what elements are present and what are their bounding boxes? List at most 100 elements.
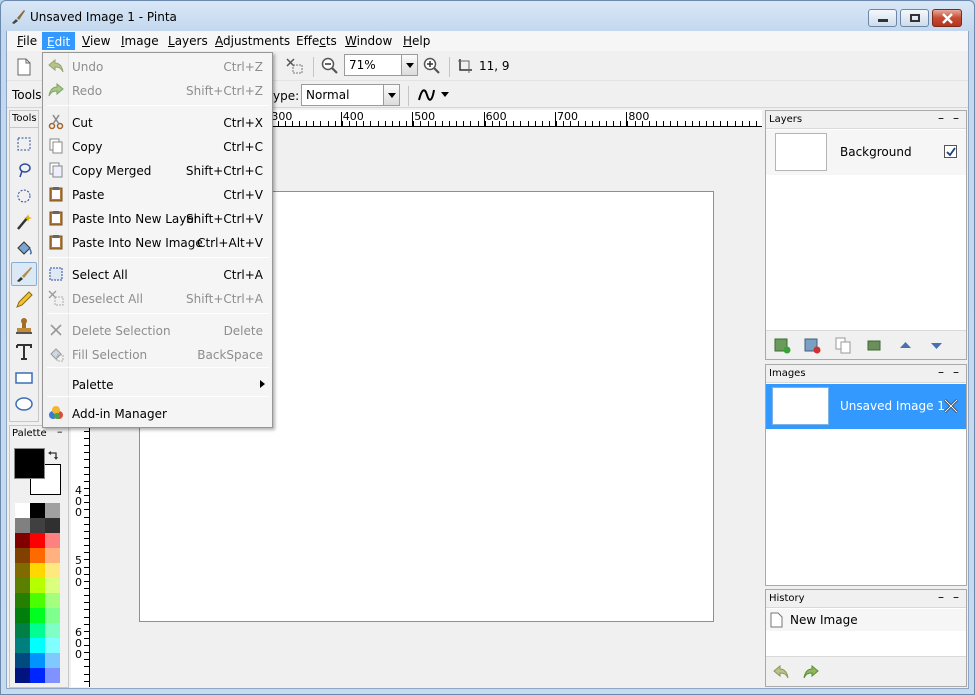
menu-view[interactable]: View <box>78 32 114 50</box>
edit-menu-item-add-in-manager[interactable]: Add-in Manager <box>43 402 272 424</box>
palette-swatch[interactable] <box>45 548 60 563</box>
menu-layers[interactable]: Layers <box>164 32 212 50</box>
menu-effects[interactable]: Effects <box>292 32 341 50</box>
close-panel-icon[interactable]: – <box>953 590 959 604</box>
edit-menu-item-deselect-all[interactable]: Deselect All Shift+Ctrl+A <box>43 287 272 309</box>
palette-swatch[interactable] <box>30 518 45 533</box>
edit-menu-item-paste-into-new-layer[interactable]: Paste Into New Layer Shift+Ctrl+V <box>43 207 272 229</box>
menu-edit[interactable]: Edit <box>42 32 76 50</box>
type-combo[interactable]: Normal <box>301 84 400 106</box>
move-down-icon[interactable] <box>928 337 945 354</box>
minimize-panel-icon[interactable]: – <box>938 111 944 125</box>
palette-swatch[interactable] <box>15 578 30 593</box>
palette-swatch[interactable] <box>30 593 45 608</box>
delete-layer-icon[interactable] <box>804 337 821 354</box>
clone-stamp-tool[interactable] <box>11 314 37 338</box>
edit-menu-item-delete-selection[interactable]: Delete Selection Delete <box>43 319 272 341</box>
menu-image[interactable]: Image <box>117 32 163 50</box>
palette-swatch[interactable] <box>30 578 45 593</box>
image-row[interactable]: Unsaved Image 1 <box>766 384 966 429</box>
palette-swatch[interactable] <box>15 503 30 518</box>
palette-swatch[interactable] <box>45 623 60 638</box>
palette-swatch[interactable] <box>45 563 60 578</box>
palette-swatch[interactable] <box>45 608 60 623</box>
palette-swatch[interactable] <box>15 668 30 683</box>
ellipse-select-tool[interactable] <box>11 184 37 208</box>
edit-menu-item-paste-into-new-image[interactable]: Paste Into New Image Ctrl+Alt+V <box>43 231 272 253</box>
swap-colors-icon[interactable] <box>48 450 60 462</box>
palette-swatch[interactable] <box>30 623 45 638</box>
edit-menu-item-redo[interactable]: Redo Shift+Ctrl+Z <box>43 79 272 101</box>
move-up-icon[interactable] <box>897 337 914 354</box>
palette-swatch[interactable] <box>15 623 30 638</box>
paintbrush-tool[interactable] <box>11 262 37 286</box>
palette-swatch[interactable] <box>45 533 60 548</box>
palette-swatch[interactable] <box>45 668 60 683</box>
palette-swatch[interactable] <box>15 563 30 578</box>
chevron-down-icon[interactable] <box>383 85 399 105</box>
palette-swatch[interactable] <box>15 593 30 608</box>
crop-icon[interactable] <box>285 57 303 75</box>
layer-visibility-checkbox[interactable] <box>944 145 957 158</box>
palette-swatch[interactable] <box>45 503 60 518</box>
palette-swatch[interactable] <box>15 608 30 623</box>
edit-menu-item-copy-merged[interactable]: Copy Merged Shift+Ctrl+C <box>43 159 272 181</box>
merge-layer-icon[interactable] <box>866 337 883 354</box>
ellipse-tool[interactable] <box>11 392 37 416</box>
menu-adjustments[interactable]: Adjustments <box>211 32 294 50</box>
text-tool[interactable] <box>11 340 37 364</box>
paint-bucket-tool[interactable] <box>11 236 37 260</box>
edit-menu-item-paste[interactable]: Paste Ctrl+V <box>43 183 272 205</box>
rectangle-tool[interactable] <box>11 366 37 390</box>
palette-swatch[interactable] <box>45 653 60 668</box>
zoom-in-icon[interactable] <box>423 57 441 75</box>
edit-menu-item-palette[interactable]: Palette <box>43 373 272 395</box>
zoom-out-icon[interactable] <box>321 57 339 75</box>
undo-icon[interactable] <box>772 663 790 681</box>
edit-menu-item-fill-selection[interactable]: Fill Selection BackSpace <box>43 343 272 365</box>
zoom-combo[interactable]: 71% <box>344 54 418 76</box>
add-layer-icon[interactable] <box>774 337 791 354</box>
chevron-down-icon[interactable] <box>401 55 417 75</box>
palette-swatch[interactable] <box>45 638 60 653</box>
edit-menu-item-copy[interactable]: Copy Ctrl+C <box>43 135 272 157</box>
palette-swatch[interactable] <box>30 608 45 623</box>
palette-swatch[interactable] <box>30 533 45 548</box>
palette-swatch[interactable] <box>30 503 45 518</box>
menu-window[interactable]: Window <box>341 32 396 50</box>
palette-swatch[interactable] <box>45 518 60 533</box>
history-item[interactable]: New Image <box>766 609 966 631</box>
palette-swatch[interactable] <box>30 653 45 668</box>
lasso-select-tool[interactable] <box>11 158 37 182</box>
palette-swatch[interactable] <box>30 548 45 563</box>
pencil-tool[interactable] <box>11 288 37 312</box>
close-image-icon[interactable] <box>943 398 959 414</box>
magic-wand-tool[interactable] <box>11 210 37 234</box>
close-button[interactable] <box>932 9 962 27</box>
palette-swatch[interactable] <box>30 668 45 683</box>
minimize-panel-icon[interactable]: – <box>938 365 944 379</box>
palette-swatch[interactable] <box>45 593 60 608</box>
menu-file[interactable]: File <box>13 32 41 50</box>
edit-menu-item-cut[interactable]: Cut Ctrl+X <box>43 111 272 133</box>
palette-swatch[interactable] <box>15 653 30 668</box>
minimize-panel-icon[interactable]: – <box>938 590 944 604</box>
redo-icon[interactable] <box>802 663 820 681</box>
menu-help[interactable]: Help <box>399 32 434 50</box>
palette-swatch[interactable] <box>30 638 45 653</box>
primary-color[interactable] <box>14 448 45 479</box>
palette-swatch[interactable] <box>45 578 60 593</box>
edit-menu-item-select-all[interactable]: Select All Ctrl+A <box>43 263 272 285</box>
close-panel-icon[interactable]: – <box>953 111 959 125</box>
duplicate-layer-icon[interactable] <box>835 337 852 354</box>
palette-swatch[interactable] <box>30 563 45 578</box>
palette-swatch[interactable] <box>15 638 30 653</box>
minimize-button[interactable] <box>868 9 897 27</box>
close-panel-icon[interactable]: – <box>953 365 959 379</box>
rectangle-select-tool[interactable] <box>11 132 37 156</box>
antialiasing-dropdown[interactable] <box>417 86 451 104</box>
palette-swatch[interactable] <box>15 518 30 533</box>
palette-swatch[interactable] <box>15 548 30 563</box>
restore-button[interactable] <box>900 9 929 27</box>
title-bar[interactable]: Unsaved Image 1 - Pinta <box>0 0 975 32</box>
